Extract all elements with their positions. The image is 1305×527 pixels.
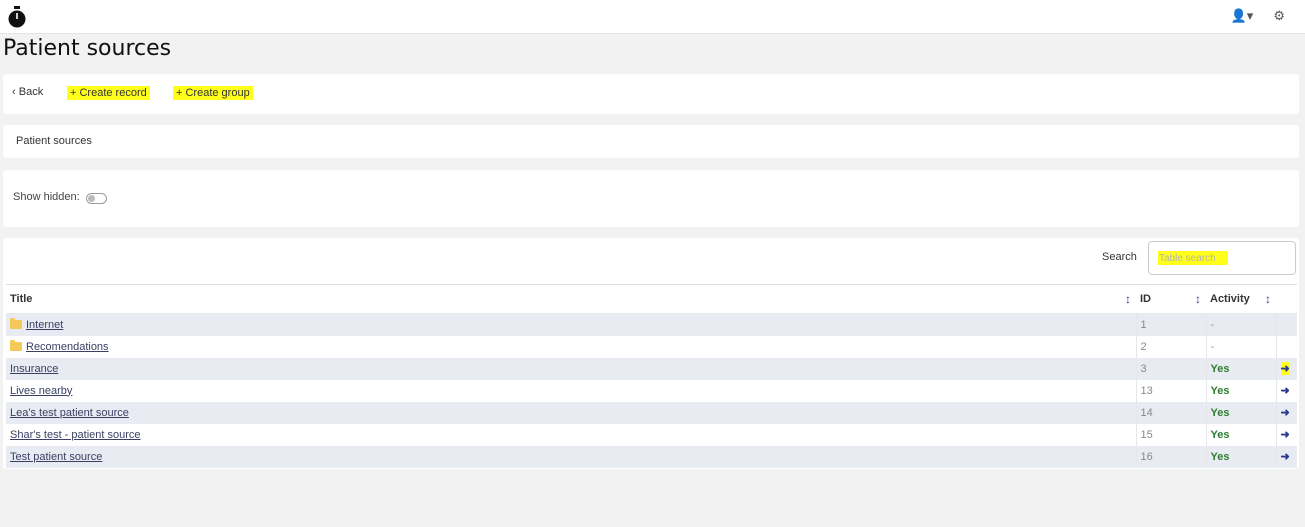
back-button[interactable]: ‹ Back: [12, 86, 43, 98]
table-row: Internet 1 -: [6, 313, 1297, 336]
table-row: Recomendations 2 -: [6, 335, 1297, 358]
search-label: Search: [1102, 251, 1137, 263]
row-activity: Yes: [1205, 357, 1276, 380]
user-icon[interactable]: 👤▾: [1231, 9, 1254, 23]
row-title-link[interactable]: Insurance: [10, 363, 58, 375]
table-row: Test patient source 16 Yes ➜: [6, 445, 1297, 468]
breadcrumb-item: Patient sources: [16, 135, 92, 147]
row-title-link[interactable]: Internet: [26, 319, 63, 331]
show-hidden-toggle[interactable]: [86, 193, 107, 204]
column-activity-label: Activity: [1210, 293, 1250, 305]
column-header-title[interactable]: Title ↕: [6, 284, 1136, 314]
login-icon[interactable]: ➜: [1281, 406, 1290, 419]
row-activity: -: [1205, 335, 1276, 358]
create-group-button[interactable]: + Create group: [173, 86, 253, 100]
breadcrumb: Patient sources: [3, 125, 1299, 158]
table-row: Shar's test - patient source 15 Yes ➜: [6, 423, 1297, 446]
row-id: 16: [1135, 445, 1206, 468]
folder-icon: [10, 339, 22, 351]
row-id: 2: [1135, 335, 1206, 358]
row-id: 15: [1135, 423, 1206, 446]
gears-icon[interactable]: ⚙: [1273, 9, 1285, 23]
sort-icon[interactable]: ↕: [1195, 292, 1201, 306]
row-activity: Yes: [1205, 445, 1276, 468]
sort-icon[interactable]: ↕: [1125, 292, 1131, 306]
create-group-label: Create group: [185, 87, 250, 99]
column-header-id[interactable]: ID ↕: [1136, 284, 1206, 314]
column-title-label: Title: [10, 293, 33, 305]
show-hidden-label: Show hidden:: [13, 191, 80, 203]
row-id: 13: [1135, 379, 1206, 402]
page-title: Patient sources: [3, 36, 172, 61]
table-row: Insurance 3 Yes ➜: [6, 357, 1297, 380]
row-activity: Yes: [1205, 423, 1276, 446]
row-id: 1: [1135, 313, 1206, 336]
search-input[interactable]: [1158, 251, 1228, 265]
login-icon[interactable]: ➜: [1280, 362, 1290, 375]
row-activity: Yes: [1205, 401, 1276, 424]
login-icon[interactable]: ➜: [1281, 384, 1290, 397]
login-icon[interactable]: ➜: [1281, 450, 1290, 463]
row-title-link[interactable]: Test patient source: [10, 451, 102, 463]
column-header-activity[interactable]: Activity ↕: [1206, 284, 1276, 314]
row-title-link[interactable]: Shar's test - patient source: [10, 429, 141, 441]
patient-sources-table: Title ↕ ID ↕ Activity ↕ Internet 1 - Recome…: [6, 284, 1297, 468]
row-id: 14: [1135, 401, 1206, 424]
sort-icon[interactable]: ↕: [1265, 292, 1271, 306]
table-row: Lea's test patient source 14 Yes ➜: [6, 401, 1297, 424]
top-navbar: 👤▾ ⚙: [0, 0, 1305, 34]
row-title-link[interactable]: Lea's test patient source: [10, 407, 129, 419]
login-icon[interactable]: ➜: [1281, 428, 1290, 441]
row-activity: Yes: [1205, 379, 1276, 402]
row-title-link[interactable]: Recomendations: [26, 341, 109, 353]
filter-panel: Show hidden:: [3, 170, 1299, 227]
search-box: [1148, 241, 1296, 275]
table-row: Lives nearby 13 Yes ➜: [6, 379, 1297, 402]
column-id-label: ID: [1140, 293, 1151, 305]
folder-icon: [10, 317, 22, 329]
create-record-button[interactable]: + Create record: [67, 86, 150, 100]
create-record-label: Create record: [79, 87, 147, 99]
table-panel: Search Title ↕ ID ↕ Activity ↕ Internet 1 -…: [3, 238, 1299, 469]
row-activity: -: [1205, 313, 1276, 336]
row-id: 3: [1135, 357, 1206, 380]
column-header-actions: [1276, 284, 1297, 314]
action-bar: ‹ Back + Create record + Create group: [3, 74, 1299, 114]
back-label: Back: [18, 86, 44, 98]
row-title-link[interactable]: Lives nearby: [10, 385, 72, 397]
stopwatch-icon[interactable]: [7, 6, 27, 28]
